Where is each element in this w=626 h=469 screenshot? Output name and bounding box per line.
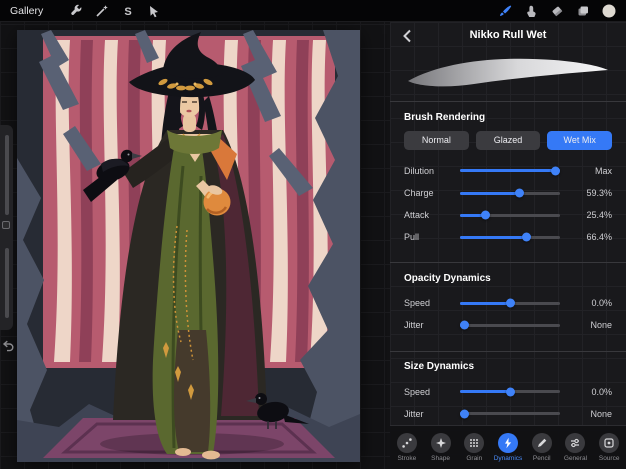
charge-slider[interactable]: [460, 188, 560, 198]
tab-shape[interactable]: Shape: [424, 432, 458, 462]
back-chevron-icon[interactable]: [398, 27, 416, 45]
render-mode-group: Normal Glazed Wet Mix: [404, 130, 613, 150]
size-jitter-slider[interactable]: [460, 409, 560, 419]
canvas[interactable]: [17, 30, 360, 462]
paint-brush-icon[interactable]: [494, 0, 516, 22]
dynamics-lightning-icon: [498, 432, 519, 453]
brush-settings-tabbar: Stroke Shape Grain Dynamics Pencil Gener…: [390, 424, 626, 469]
panel-header: Nikko Rull Wet: [390, 22, 626, 49]
section-title-size-dynamics: Size Dynamics: [404, 361, 475, 373]
slider-row-dilution: Dilution Max: [404, 165, 612, 176]
slider-row-opacity-speed: Speed 0.0%: [404, 298, 612, 309]
opacity-slider[interactable]: [5, 248, 9, 318]
tab-stroke[interactable]: Stroke: [390, 432, 424, 462]
shape-icon: [430, 432, 451, 453]
stroke-icon: [396, 432, 417, 453]
tab-grain[interactable]: Grain: [457, 432, 491, 462]
slider-row-size-jitter: Jitter None: [404, 408, 612, 419]
slider-row-charge: Charge 59.3%: [404, 188, 612, 199]
section-title-brush-rendering: Brush Rendering: [404, 111, 486, 123]
svg-text:S: S: [125, 6, 132, 18]
procreate-app: Gallery S Nikko Rull Wet Brush Rendering…: [0, 0, 626, 469]
canvas-artwork: [17, 30, 360, 462]
mode-glazed-button[interactable]: Glazed: [475, 130, 541, 150]
section-title-opacity-dynamics: Opacity Dynamics: [404, 273, 491, 285]
undo-button[interactable]: [1, 338, 15, 352]
slider-row-opacity-jitter: Jitter None: [404, 320, 612, 331]
layers-icon[interactable]: [572, 0, 594, 22]
sidebar-slider-strip: [0, 125, 13, 330]
brush-stroke-preview: [404, 51, 612, 95]
mode-normal-button[interactable]: Normal: [404, 130, 469, 150]
tab-source[interactable]: Source: [592, 432, 626, 462]
adjustments-wand-icon[interactable]: [91, 0, 113, 22]
tab-general[interactable]: General: [559, 432, 593, 462]
top-toolbar: Gallery S: [0, 0, 626, 22]
pull-slider[interactable]: [460, 232, 560, 242]
mode-wet-mix-button[interactable]: Wet Mix: [547, 130, 613, 150]
eraser-icon[interactable]: [546, 0, 568, 22]
general-sliders-icon: [565, 432, 586, 453]
opacity-speed-slider[interactable]: [460, 298, 560, 308]
pencil-icon: [531, 432, 552, 453]
gallery-button[interactable]: Gallery: [10, 5, 43, 17]
tab-pencil[interactable]: Pencil: [525, 432, 559, 462]
color-swatch[interactable]: [598, 0, 620, 22]
smudge-icon[interactable]: [520, 0, 542, 22]
slider-row-size-speed: Speed 0.0%: [404, 386, 612, 397]
grain-icon: [464, 432, 485, 453]
tab-dynamics[interactable]: Dynamics: [491, 432, 525, 462]
modify-button[interactable]: [2, 221, 10, 229]
slider-row-pull: Pull 66.4%: [404, 232, 612, 243]
attack-slider[interactable]: [460, 210, 560, 220]
size-speed-slider[interactable]: [460, 387, 560, 397]
source-icon: [599, 432, 620, 453]
actions-wrench-icon[interactable]: [65, 0, 87, 22]
slider-row-attack: Attack 25.4%: [404, 210, 612, 221]
panel-title: Nikko Rull Wet: [469, 29, 547, 42]
opacity-jitter-slider[interactable]: [460, 320, 560, 330]
selection-icon[interactable]: S: [117, 0, 139, 22]
brush-size-slider[interactable]: [5, 135, 9, 215]
brush-settings-panel: Nikko Rull Wet Brush Rendering Normal Gl…: [390, 22, 626, 469]
dilution-slider[interactable]: [460, 166, 560, 176]
transform-arrow-icon[interactable]: [143, 0, 165, 22]
